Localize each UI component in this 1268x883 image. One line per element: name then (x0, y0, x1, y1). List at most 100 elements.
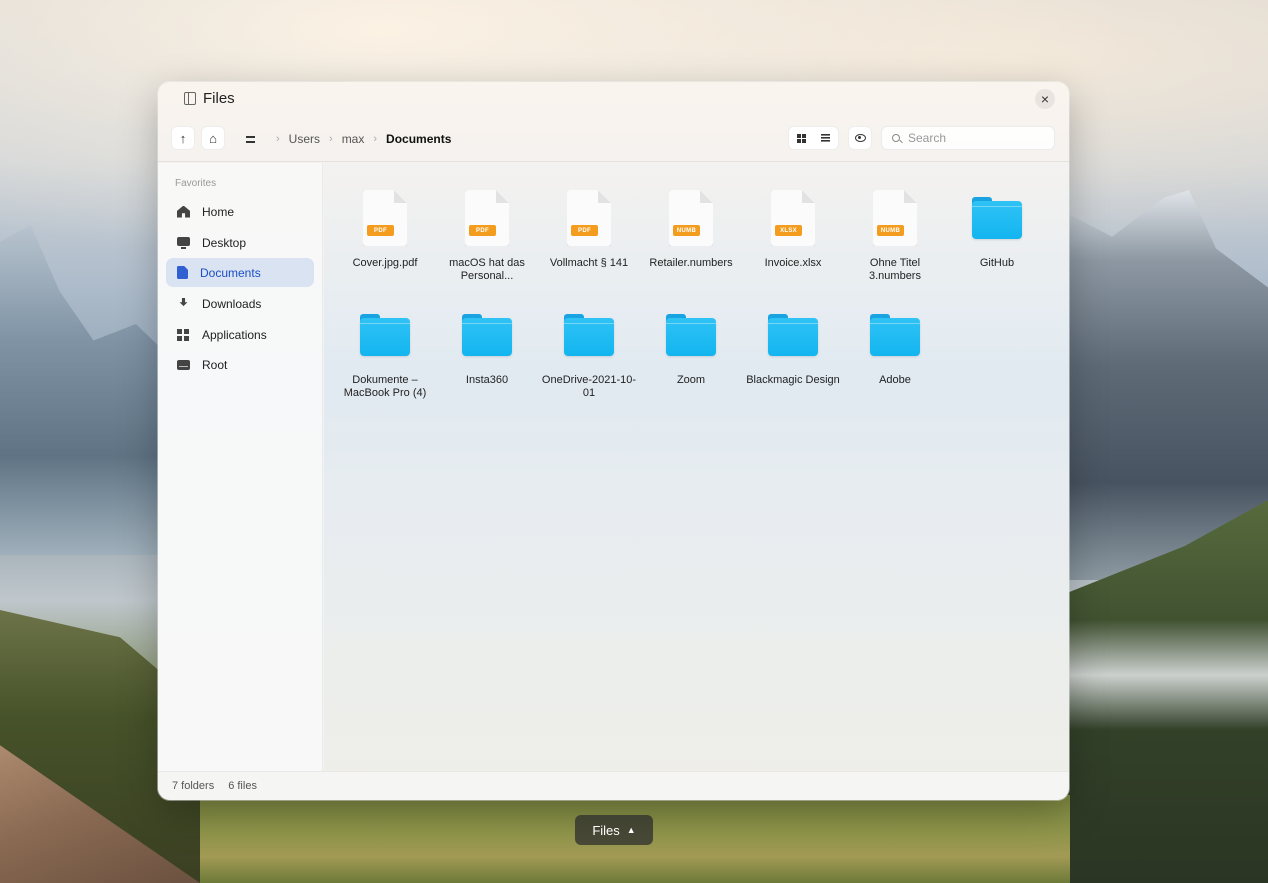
document-icon: XLSX (771, 190, 815, 246)
item-label: Zoom (676, 374, 706, 386)
wallpaper-fog (1060, 620, 1268, 730)
file-item[interactable]: PDF Vollmacht § 141 (538, 187, 640, 304)
sidebar-item-label: Root (202, 357, 228, 372)
item-icon-box (559, 304, 619, 366)
file-grid: PDF Cover.jpg.pdf PDF macOS hat das Persona… (334, 187, 1048, 421)
files-window: Files × ↑ ⌂ › Users › max › Documents Fa… (158, 82, 1069, 800)
chevron-right-icon: › (329, 133, 333, 145)
chevron-up-icon: ▲ (626, 825, 636, 835)
wallpaper-mountain-left (0, 225, 170, 555)
document-icon: NUMB (669, 190, 713, 246)
sidebar-item-documents[interactable]: Documents (166, 258, 314, 287)
sidebar-item-label: Home (202, 204, 235, 219)
folder-item[interactable]: Dokumente – MacBook Pro (4) (334, 304, 436, 421)
folder-item[interactable]: GitHub (946, 187, 1048, 304)
document-icon: PDF (465, 190, 509, 246)
folder-icon (564, 314, 614, 356)
status-bar: 7 folders 6 files (158, 771, 1069, 800)
sidebar-item-label: Documents (200, 265, 261, 280)
item-icon-box (763, 304, 823, 366)
item-icon-box: PDF (457, 187, 517, 249)
go-up-button[interactable]: ↑ (171, 126, 195, 150)
file-type-badge: XLSX (775, 225, 802, 236)
item-label: GitHub (979, 257, 1015, 269)
taskbar-label: Files (592, 822, 620, 838)
arrow-up-icon: ↑ (179, 130, 187, 146)
file-type-badge: NUMB (877, 225, 904, 236)
close-icon: × (1040, 91, 1050, 107)
home-icon (177, 205, 190, 218)
sidebar-item-downloads[interactable]: Downloads (166, 289, 314, 318)
folder-item[interactable]: Adobe (844, 304, 946, 421)
item-label: Cover.jpg.pdf (352, 257, 418, 269)
view-mode-toggle (788, 126, 839, 150)
sidebar-toggle-icon[interactable] (184, 92, 196, 105)
close-button[interactable]: × (1035, 89, 1055, 109)
item-icon-box: NUMB (865, 187, 925, 249)
search-icon (892, 134, 900, 142)
grid-view-button[interactable] (789, 127, 814, 149)
folder-count: 7 folders (172, 780, 215, 792)
folder-item[interactable]: Insta360 (436, 304, 538, 421)
search-input[interactable] (908, 131, 1048, 145)
item-icon-box (865, 304, 925, 366)
sidebar-item-root[interactable]: Root (166, 350, 314, 379)
home-icon: ⌂ (209, 130, 217, 146)
file-item[interactable]: NUMB Retailer.numbers (640, 187, 742, 304)
file-count: 6 files (228, 780, 257, 792)
document-icon: PDF (567, 190, 611, 246)
item-label: Dokumente – MacBook Pro (4) (343, 374, 427, 399)
item-icon-box: PDF (559, 187, 619, 249)
folder-item[interactable]: Zoom (640, 304, 742, 421)
applications-icon (177, 328, 190, 341)
item-icon-box: NUMB (661, 187, 721, 249)
item-icon-box (457, 304, 517, 366)
item-label: Blackmagic Design (746, 374, 840, 386)
go-home-button[interactable]: ⌂ (201, 126, 225, 150)
file-item[interactable]: PDF macOS hat das Personal... (436, 187, 538, 304)
item-label: Adobe (879, 374, 911, 386)
eye-icon (854, 134, 866, 142)
list-view-button[interactable] (814, 127, 839, 149)
folder-icon (360, 314, 410, 356)
item-label: Ohne Titel 3.numbers (869, 257, 921, 282)
document-icon (177, 266, 188, 279)
file-item[interactable]: XLSX Invoice.xlsx (742, 187, 844, 304)
window-title: Files (203, 90, 235, 107)
toolbar: ↑ ⌂ › Users › max › Documents (158, 116, 1069, 162)
wallpaper-mountain-right (1060, 190, 1268, 580)
folder-icon (768, 314, 818, 356)
file-item[interactable]: NUMB Ohne Titel 3.numbers (844, 187, 946, 304)
file-item[interactable]: PDF Cover.jpg.pdf (334, 187, 436, 304)
titlebar: Files × (158, 82, 1069, 116)
file-type-badge: PDF (571, 225, 598, 236)
item-icon-box: XLSX (763, 187, 823, 249)
breadcrumb-users[interactable]: Users (289, 132, 320, 146)
item-label: macOS hat das Personal... (449, 257, 525, 282)
file-type-badge: NUMB (673, 225, 700, 236)
sidebar-item-label: Downloads (202, 296, 262, 311)
file-browser: PDF Cover.jpg.pdf PDF macOS hat das Persona… (324, 163, 1069, 771)
item-label: OneDrive-2021-10-01 (541, 374, 637, 399)
breadcrumb-documents[interactable]: Documents (386, 132, 451, 146)
sidebar-heading: Favorites (175, 178, 217, 189)
folder-item[interactable]: OneDrive-2021-10-01 (538, 304, 640, 421)
drive-icon (177, 359, 190, 370)
folder-icon (462, 314, 512, 356)
item-label: Invoice.xlsx (764, 257, 822, 269)
item-label: Insta360 (465, 374, 509, 386)
sidebar-item-applications[interactable]: Applications (166, 320, 314, 349)
files-taskbar-button[interactable]: Files ▲ (575, 815, 653, 845)
desktop-icon (177, 236, 190, 249)
breadcrumb-max[interactable]: max (342, 132, 365, 146)
sidebar-item-label: Desktop (202, 235, 247, 250)
item-icon-box (355, 304, 415, 366)
folder-item[interactable]: Blackmagic Design (742, 304, 844, 421)
sidebar-item-desktop[interactable]: Desktop (166, 228, 314, 257)
item-icon-box: PDF (355, 187, 415, 249)
document-icon: NUMB (873, 190, 917, 246)
root-icon[interactable] (246, 135, 255, 143)
sidebar-item-home[interactable]: Home (166, 197, 314, 226)
preview-button[interactable] (848, 126, 872, 150)
breadcrumb: › Users › max › Documents (246, 132, 451, 146)
